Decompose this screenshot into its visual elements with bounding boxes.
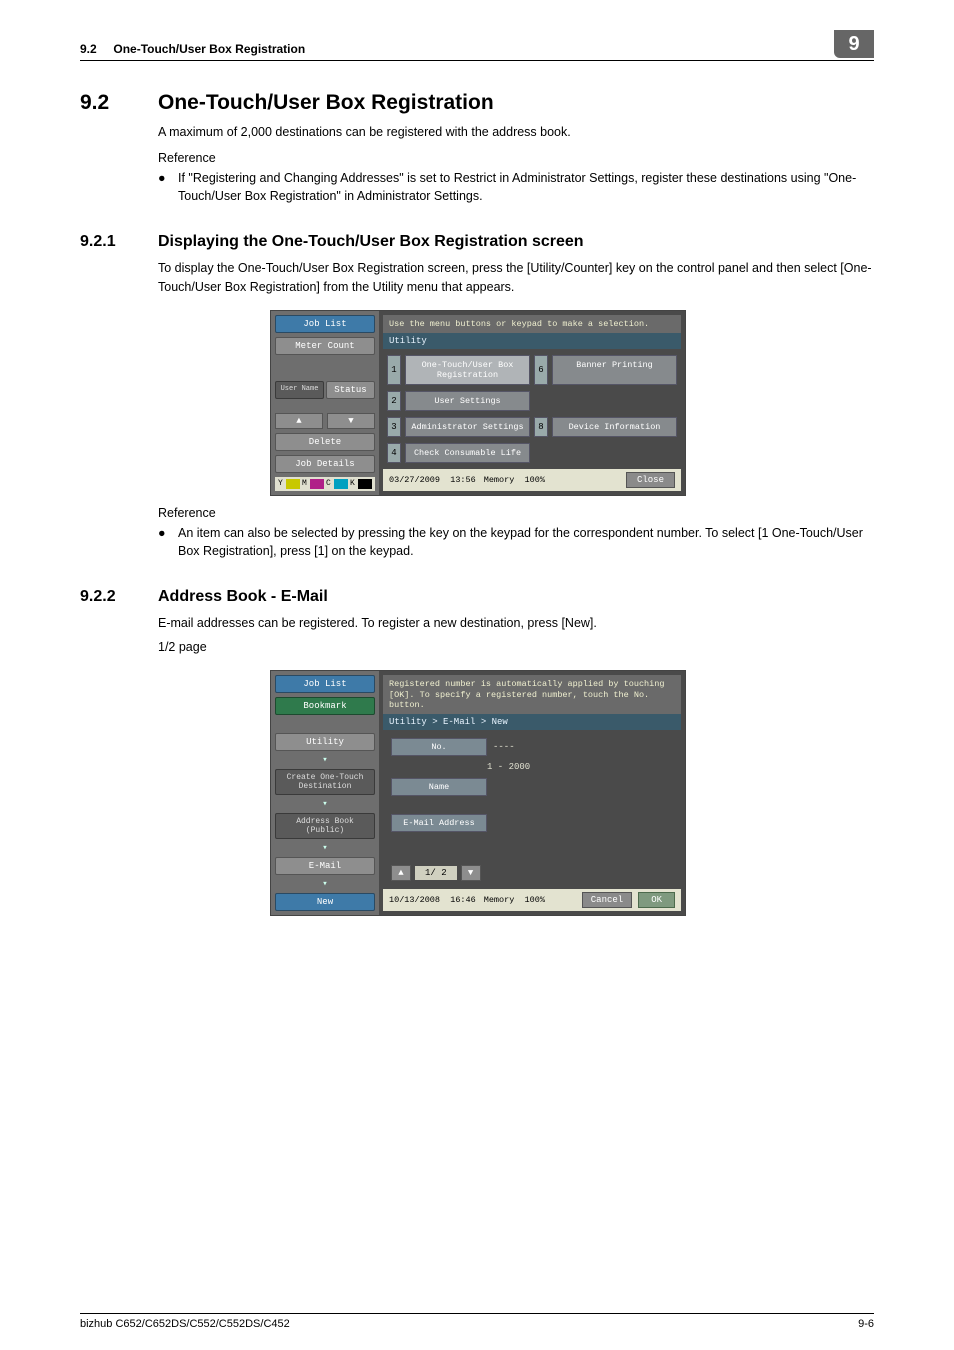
- heading-9-2-1-title: Displaying the One-Touch/User Box Regist…: [158, 233, 584, 250]
- menu-one-touch-registration[interactable]: One-Touch/User Box Registration: [405, 355, 530, 385]
- running-header: 9.2 One-Touch/User Box Registration 9: [80, 40, 874, 61]
- para-9-2-2-intro: E-mail addresses can be registered. To r…: [158, 614, 874, 632]
- utility-screen: Job List Meter Count User Name Status ▲ …: [270, 310, 686, 496]
- status-bar-2: 10/13/2008 16:46 Memory 100% Cancel OK: [383, 889, 681, 911]
- status-time-2: 16:46: [450, 895, 476, 905]
- chevron-down-icon: ▾: [275, 843, 375, 853]
- chapter-badge: 9: [834, 30, 874, 58]
- page-footer: bizhub C652/C652DS/C552/C552DS/C452 9-6: [80, 1313, 874, 1330]
- page-up-button[interactable]: ▲: [391, 865, 411, 881]
- para-9-2-1-intro: To display the One-Touch/User Box Regist…: [158, 259, 874, 295]
- heading-9-2-1: 9.2.1Displaying the One-Touch/User Box R…: [80, 233, 874, 251]
- page-note: 1/2 page: [158, 638, 874, 656]
- heading-9-2-2: 9.2.2Address Book - E-Mail: [80, 588, 874, 606]
- email-new-screen: Job List Bookmark Utility ▾ Create One-T…: [270, 670, 686, 916]
- status-mem-label-2: Memory: [484, 895, 515, 905]
- menu-num-1: 1: [387, 355, 401, 385]
- name-button[interactable]: Name: [391, 778, 487, 796]
- job-details-button[interactable]: Job Details: [275, 455, 375, 473]
- no-range: 1 - 2000: [487, 762, 673, 772]
- utility-crumb[interactable]: Utility: [275, 733, 375, 751]
- menu-num-2: 2: [387, 391, 401, 411]
- menu-device-information[interactable]: Device Information: [552, 417, 677, 437]
- status-time: 13:56: [450, 475, 476, 485]
- heading-9-2-2-num: 9.2.2: [80, 588, 158, 606]
- menu-administrator-settings[interactable]: Administrator Settings: [405, 417, 530, 437]
- bullet-icon: ●: [158, 169, 178, 205]
- toner-levels: Y M C K: [275, 477, 375, 491]
- new-crumb[interactable]: New: [275, 893, 375, 911]
- bullet-9-2-1: An item can also be selected by pressing…: [178, 524, 874, 560]
- user-name-label: User Name: [275, 381, 324, 399]
- bullet-9-2: If "Registering and Changing Addresses" …: [178, 169, 874, 205]
- address-book-crumb[interactable]: Address Book (Public): [275, 813, 375, 839]
- status-mem-label: Memory: [484, 475, 515, 485]
- header-section-title: One-Touch/User Box Registration: [113, 42, 305, 56]
- menu-num-8: 8: [534, 417, 548, 437]
- bookmark-tab[interactable]: Bookmark: [275, 697, 375, 715]
- chevron-down-icon: ▾: [275, 879, 375, 889]
- job-list-tab[interactable]: Job List: [275, 315, 375, 333]
- toner-m-icon: [310, 479, 324, 489]
- toner-y-icon: [286, 479, 300, 489]
- job-list-tab-2[interactable]: Job List: [275, 675, 375, 693]
- status-date: 03/27/2009: [389, 475, 440, 485]
- create-one-touch-crumb[interactable]: Create One-Touch Destination: [275, 769, 375, 795]
- menu-num-4: 4: [387, 443, 401, 463]
- instruction-text-2: Registered number is automatically appli…: [383, 675, 681, 714]
- email-crumb[interactable]: E-Mail: [275, 857, 375, 875]
- chevron-down-icon: ▾: [275, 755, 375, 765]
- footer-model: bizhub C652/C652DS/C552/C552DS/C452: [80, 1318, 290, 1330]
- menu-check-consumable-life[interactable]: Check Consumable Life: [405, 443, 530, 463]
- down-arrow-button[interactable]: ▼: [327, 413, 375, 429]
- breadcrumb-utility: Utility: [383, 333, 681, 349]
- menu-num-3: 3: [387, 417, 401, 437]
- heading-9-2: 9.2One-Touch/User Box Registration: [80, 91, 874, 115]
- bullet-icon: ●: [158, 524, 178, 560]
- menu-num-6: 6: [534, 355, 548, 385]
- breadcrumb-email-new: Utility > E-Mail > New: [383, 714, 681, 730]
- status-mem-pct-2: 100%: [525, 895, 545, 905]
- heading-9-2-num: 9.2: [80, 91, 158, 115]
- no-button[interactable]: No.: [391, 738, 487, 756]
- delete-button[interactable]: Delete: [275, 433, 375, 451]
- status-tab[interactable]: Status: [326, 381, 375, 399]
- no-value: ----: [493, 742, 673, 752]
- chevron-down-icon: ▾: [275, 799, 375, 809]
- para-9-2-intro: A maximum of 2,000 destinations can be r…: [158, 123, 874, 141]
- footer-page: 9-6: [858, 1318, 874, 1330]
- header-section-no: 9.2: [80, 42, 97, 56]
- status-date-2: 10/13/2008: [389, 895, 440, 905]
- status-bar-1: 03/27/2009 13:56 Memory 100% Close: [383, 469, 681, 491]
- cancel-button[interactable]: Cancel: [582, 892, 632, 908]
- menu-banner-printing[interactable]: Banner Printing: [552, 355, 677, 385]
- up-arrow-button[interactable]: ▲: [275, 413, 323, 429]
- reference-label-1: Reference: [158, 151, 874, 165]
- reference-label-2: Reference: [158, 506, 874, 520]
- status-mem-pct: 100%: [525, 475, 545, 485]
- heading-9-2-1-num: 9.2.1: [80, 233, 158, 251]
- instruction-text: Use the menu buttons or keypad to make a…: [383, 315, 681, 333]
- heading-9-2-2-title: Address Book - E-Mail: [158, 588, 328, 605]
- toner-k-icon: [358, 479, 372, 489]
- menu-user-settings[interactable]: User Settings: [405, 391, 530, 411]
- meter-count-tab[interactable]: Meter Count: [275, 337, 375, 355]
- ok-button[interactable]: OK: [638, 892, 675, 908]
- page-indicator: 1/ 2: [415, 866, 457, 880]
- email-address-button[interactable]: E-Mail Address: [391, 814, 487, 832]
- close-button[interactable]: Close: [626, 472, 675, 488]
- toner-c-icon: [334, 479, 348, 489]
- page-down-button[interactable]: ▼: [461, 865, 481, 881]
- heading-9-2-title: One-Touch/User Box Registration: [158, 91, 494, 114]
